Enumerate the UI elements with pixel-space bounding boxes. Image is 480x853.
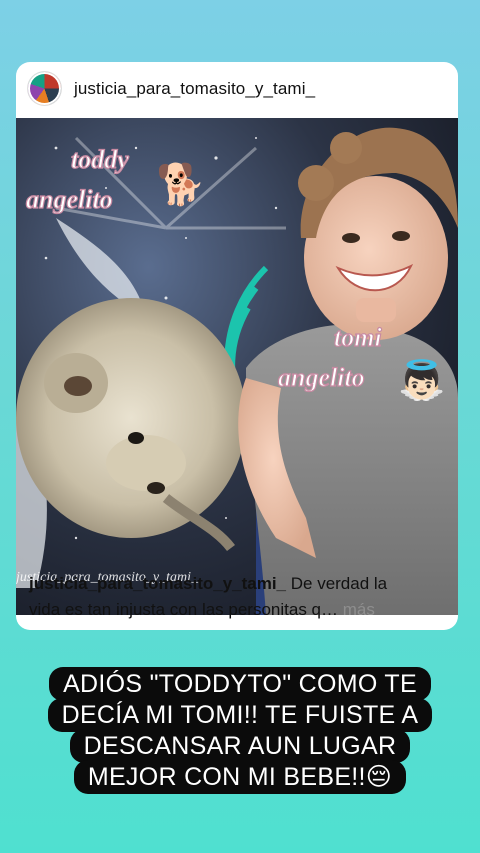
angel-emoji: 👼🏻 (398, 358, 445, 402)
overlay-toddy: toddy (71, 145, 129, 174)
caption-username[interactable]: justicia_para_tomasito_y_tami_ (29, 574, 286, 593)
story-text-overlay: ADIÓS "TODDYTO" COMO TE DECÍA MI TOMI!! … (0, 667, 480, 794)
caption-text-line1: De verdad la (286, 574, 388, 593)
overlay-tomi: tomi (334, 323, 382, 352)
post-header[interactable]: justicia_para_tomasito_y_tami_ (16, 62, 458, 116)
overlay-angelito-child: angelito (278, 363, 365, 392)
story-text-line: DESCANSAR AUN LUGAR (69, 729, 411, 763)
shared-post-card[interactable]: justicia_para_tomasito_y_tami_ toddy ang… (16, 62, 458, 630)
overlay-angelito-dog: angelito (26, 185, 113, 214)
post-image: toddy angelito tomi angelito 🐕 👼🏻 justic… (16, 118, 458, 615)
dog-emoji: 🐕 (156, 161, 206, 207)
post-photo[interactable]: toddy angelito tomi angelito 🐕 👼🏻 justic… (16, 118, 458, 615)
story-text-line: ADIÓS "TODDYTO" COMO TE (49, 667, 431, 701)
caption-more-link[interactable]: más (338, 600, 375, 619)
post-username[interactable]: justicia_para_tomasito_y_tami_ (74, 79, 315, 99)
story-text-line: DECÍA MI TOMI!! TE FUISTE A (47, 698, 433, 732)
post-caption[interactable]: justicia_para_tomasito_y_tami_ De verdad… (29, 571, 449, 623)
story-text-line: MEJOR CON MI BEBE!!😔 (73, 760, 407, 794)
profile-avatar[interactable] (28, 72, 61, 105)
caption-text-line2: vida es tan injusta con las personitas q… (29, 600, 339, 619)
